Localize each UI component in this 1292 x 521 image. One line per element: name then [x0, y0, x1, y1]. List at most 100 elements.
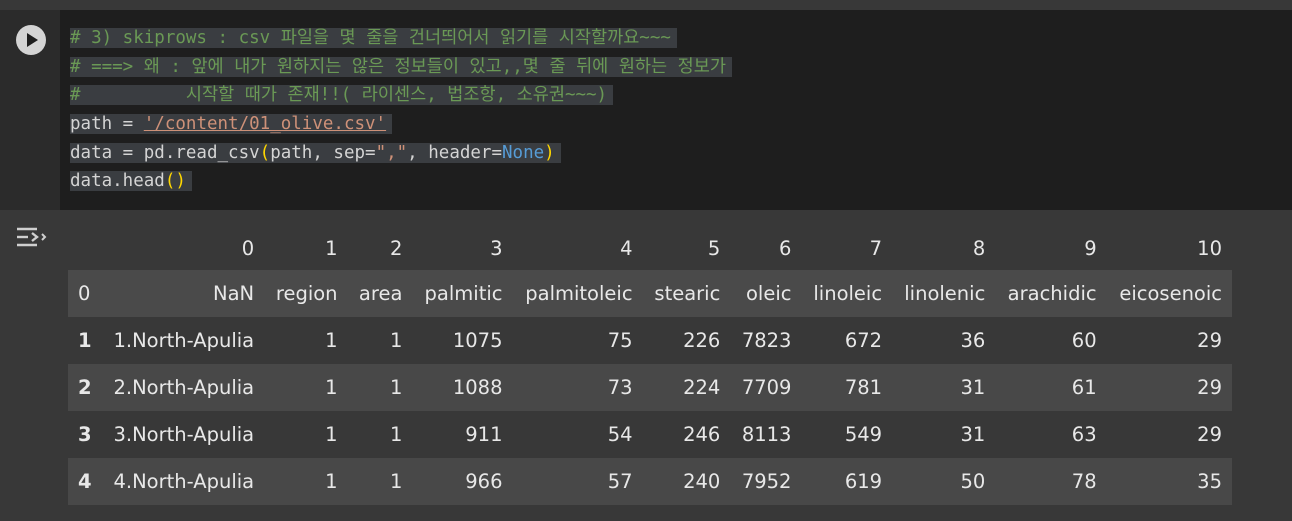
column-number: 7: [801, 226, 893, 270]
table-cell: 240: [642, 458, 731, 505]
table-cell: 7952: [730, 458, 802, 505]
code-editor[interactable]: # 3) skiprows : csv 파일을 몇 줄을 건너띄어서 읽기를 시…: [60, 24, 1292, 196]
code-token: # 시작할 때가 존재!!( 라이센스, 법조항, 소유권~~~): [70, 85, 608, 106]
code-token: data = pd.read_csv: [70, 142, 260, 163]
table-cell: 8113: [730, 411, 802, 458]
code-area[interactable]: # 3) skiprows : csv 파일을 몇 줄을 건너띄어서 읽기를 시…: [0, 10, 1292, 210]
header-cell: palmitic: [412, 270, 513, 317]
cell-gutter: [0, 10, 60, 210]
table-cell: 3.North-Apulia: [100, 411, 265, 458]
output-toggle-icon: [17, 227, 47, 247]
header-cell: NaN: [100, 270, 265, 317]
code-line: data = pd.read_csv(path, sep=",", header…: [60, 139, 1292, 168]
header-cell: oleic: [730, 270, 802, 317]
table-cell: 1: [264, 411, 348, 458]
table-cell: 911: [412, 411, 513, 458]
table-cell: 246: [642, 411, 731, 458]
code-token: (: [259, 142, 271, 163]
table-cell: 7823: [730, 317, 802, 364]
code-line: # ===> 왜 : 앞에 내가 원하지는 않은 정보들이 있고,,몇 줄 뒤에…: [60, 53, 1292, 82]
table-cell: 224: [642, 364, 731, 411]
table-cell: 29: [1106, 317, 1232, 364]
column-number: 0: [100, 226, 265, 270]
table-cell: 1: [347, 364, 413, 411]
code-token: # ===> 왜 : 앞에 내가 원하지는 않은 정보들이 있고,,몇 줄 뒤에…: [70, 56, 726, 77]
column-number: 1: [264, 226, 348, 270]
code-token: (): [164, 171, 186, 192]
run-cell-button[interactable]: [16, 25, 46, 55]
header-cell: region: [264, 270, 348, 317]
table-cell: 63: [995, 411, 1107, 458]
table-cell: 61: [995, 364, 1107, 411]
notebook-cell: # 3) skiprows : csv 파일을 몇 줄을 건너띄어서 읽기를 시…: [0, 0, 1292, 521]
table-row: 3 3.North-Apulia 1 1 911 54 246 8113 549 31 63 29: [68, 411, 1232, 458]
header-cell: palmitoleic: [512, 270, 643, 317]
selected-code: # 3) skiprows : csv 파일을 몇 줄을 건너띄어서 읽기를 시…: [70, 28, 677, 48]
table-cell: 226: [642, 317, 731, 364]
table-cell: 549: [801, 411, 893, 458]
row-index: 0: [68, 270, 100, 317]
table-cell: 78: [995, 458, 1107, 505]
table-cell: 7709: [730, 364, 802, 411]
output-toggle-button[interactable]: [15, 224, 47, 252]
table-body: 1 1.North-Apulia 1 1 1075 75 226 7823 672 36 60 29 2…: [68, 317, 1232, 505]
header-cell: linolenic: [892, 270, 996, 317]
table-cell: 31: [892, 411, 996, 458]
header-cell: stearic: [642, 270, 731, 317]
column-number: 4: [512, 226, 643, 270]
column-number: 9: [995, 226, 1107, 270]
table-cell: 1: [347, 411, 413, 458]
table-cell: 31: [892, 364, 996, 411]
table-cell: 1075: [412, 317, 513, 364]
table-cell: 781: [801, 364, 893, 411]
table-cell: 1: [347, 458, 413, 505]
output-dataframe: 0 1 2 3 4 5 6 7 8 9 10 0 NaN region area palmitic palm…: [68, 226, 1232, 505]
code-token: # 3) skiprows : csv 파일을 몇 줄을 건너띄어서 읽기를 시…: [70, 28, 671, 48]
table-cell: 1: [264, 317, 348, 364]
selected-code: data.head(): [70, 171, 192, 192]
table-cell: 1088: [412, 364, 513, 411]
table-cell: 619: [801, 458, 893, 505]
column-number-row: 0 1 2 3 4 5 6 7 8 9 10: [68, 226, 1232, 270]
table-cell: 29: [1106, 411, 1232, 458]
selected-code: # ===> 왜 : 앞에 내가 원하지는 않은 정보들이 있고,,몇 줄 뒤에…: [70, 56, 732, 77]
code-token: ): [544, 142, 555, 163]
play-icon: [27, 33, 38, 47]
selected-code: data = pd.read_csv(path, sep=",", header…: [70, 142, 561, 163]
table-row: 4 4.North-Apulia 1 1 966 57 240 7952 619 50 78 35: [68, 458, 1232, 505]
table-cell: 1: [264, 364, 348, 411]
code-line: path = '/content/01_olive.csv': [60, 110, 1292, 139]
row-index: 1: [68, 317, 100, 364]
table-cell: 75: [512, 317, 643, 364]
code-token: , header=: [407, 142, 502, 163]
dataframe-table: 0 1 2 3 4 5 6 7 8 9 10 0 NaN region area palmitic palm…: [68, 226, 1232, 505]
column-number: 3: [412, 226, 513, 270]
table-cell: 1.North-Apulia: [100, 317, 265, 364]
table-cell: 2.North-Apulia: [100, 364, 265, 411]
row-index: 2: [68, 364, 100, 411]
code-token: data.head: [70, 171, 165, 192]
row-index: 4: [68, 458, 100, 505]
row-index: 3: [68, 411, 100, 458]
code-token: '/content/01_olive.csv': [143, 114, 387, 135]
table-cell: 4.North-Apulia: [100, 458, 265, 505]
header-cell: linoleic: [801, 270, 893, 317]
table-cell: 1: [264, 458, 348, 505]
column-number: 5: [642, 226, 731, 270]
code-line: data.head(): [60, 167, 1292, 196]
header-cell: eicosenoic: [1106, 270, 1232, 317]
table-cell: 966: [412, 458, 513, 505]
selected-code: # 시작할 때가 존재!!( 라이센스, 법조항, 소유권~~~): [70, 85, 614, 106]
code-token: ",": [375, 142, 408, 163]
column-number: 6: [730, 226, 802, 270]
column-number: [68, 226, 100, 270]
column-number: 2: [347, 226, 413, 270]
table-cell: 1: [347, 317, 413, 364]
code-line: # 3) skiprows : csv 파일을 몇 줄을 건너띄어서 읽기를 시…: [60, 24, 1292, 53]
code-token: path, sep=: [270, 142, 376, 163]
header-cell: area: [347, 270, 413, 317]
header-row: 0 NaN region area palmitic palmitoleic steari…: [68, 270, 1232, 317]
table-cell: 50: [892, 458, 996, 505]
table-cell: 29: [1106, 364, 1232, 411]
code-token: path =: [70, 114, 144, 135]
